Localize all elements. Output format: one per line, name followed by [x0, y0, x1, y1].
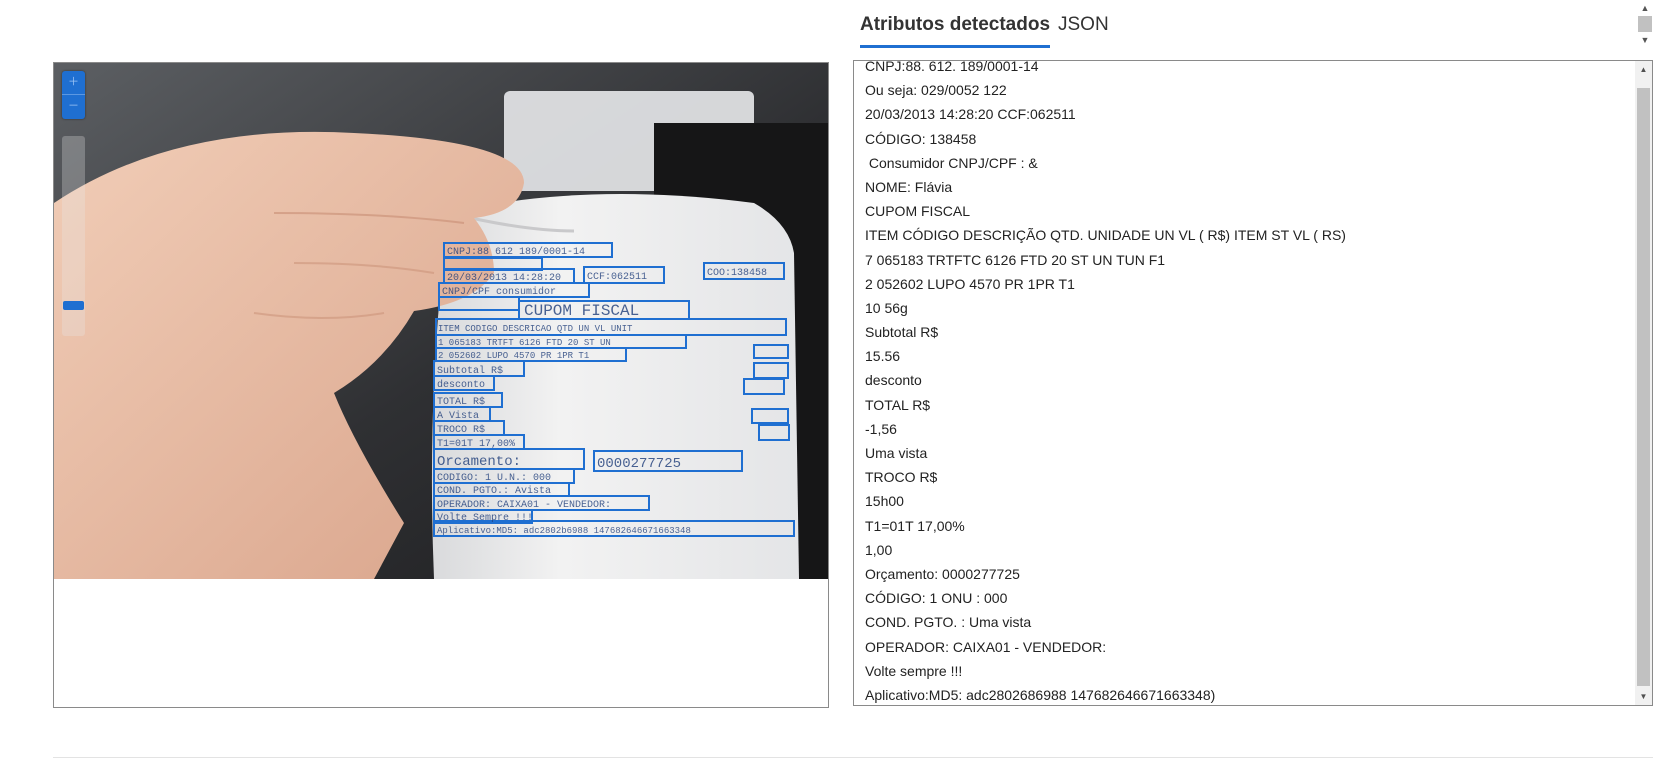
- detected-line: 15.56: [865, 348, 901, 365]
- detected-line: ITEM CÓDIGO DESCRIÇÃO QTD. UNIDADE UN VL…: [865, 227, 1346, 244]
- detected-line: TOTAL R$: [865, 396, 931, 413]
- detected-line: 10 56g: [865, 299, 908, 316]
- detected-line: 2 052602 LUPO 4570 PR 1PR T1: [865, 275, 1075, 292]
- detected-line: 20/03/2013 14:28:20 CCF:062511: [865, 106, 1076, 123]
- footer-divider: [53, 757, 1653, 758]
- svg-text:CNPJ:88 612 189/0001-14: CNPJ:88 612 189/0001-14: [447, 246, 585, 258]
- detected-line: 7 065183 TRTFTC 6126 FTD 20 ST UN TUN F1: [865, 251, 1166, 268]
- svg-text:TOTAL R$: TOTAL R$: [437, 396, 485, 408]
- scroll-down-icon[interactable]: ▼: [1636, 34, 1654, 46]
- detected-line: Ou seja: 029/0052 122: [865, 82, 1007, 99]
- svg-text:COND. PGTO.: Avista: COND. PGTO.: Avista: [437, 485, 551, 497]
- svg-text:Orcamento:: Orcamento:: [437, 454, 521, 470]
- svg-text:CCF:062511: CCF:062511: [587, 272, 647, 283]
- svg-text:COO:138458: COO:138458: [707, 268, 767, 279]
- tab-json[interactable]: JSON: [1058, 14, 1109, 45]
- detected-line: CÓDIGO: 1 ONU : 000: [865, 590, 1008, 607]
- detected-line: Orçamento: 0000277725: [865, 565, 1020, 582]
- detected-line: Aplicativo:MD5: adc2802686988 1476826466…: [865, 686, 1216, 703]
- zoom-out-icon[interactable]: －: [62, 94, 85, 118]
- detected-line: CNPJ:88. 612. 189/0001-14: [865, 60, 1039, 74]
- zoom-slider-thumb[interactable]: [63, 301, 84, 310]
- detected-line: desconto: [865, 372, 922, 389]
- svg-text:T1=01T 17,00%: T1=01T 17,00%: [437, 439, 515, 450]
- detected-line: 1,00: [865, 541, 893, 558]
- receipt-photo-art: CNPJ:88 612 189/0001-14 20/03/2013 14:28…: [54, 63, 828, 579]
- svg-text:Volte Sempre !!!: Volte Sempre !!!: [437, 512, 533, 524]
- scroll-up-icon[interactable]: ▲: [1636, 2, 1654, 14]
- detected-line: Consumidor CNPJ/CPF : &: [865, 154, 1038, 171]
- detected-line: CUPOM FISCAL: [865, 203, 971, 220]
- image-viewer: CNPJ:88 612 189/0001-14 20/03/2013 14:28…: [53, 62, 829, 708]
- detected-line: CÓDIGO: 138458: [865, 130, 977, 147]
- svg-text:A Vista: A Vista: [437, 410, 479, 422]
- zoom-controls: ＋ －: [62, 71, 85, 119]
- page-scroll-thumb[interactable]: [1638, 16, 1652, 32]
- zoom-slider[interactable]: [62, 136, 85, 336]
- svg-text:20/03/2013 14:28:20: 20/03/2013 14:28:20: [447, 272, 561, 284]
- detected-line: T1=01T 17,00%: [865, 517, 965, 534]
- scroll-down-icon[interactable]: ▼: [1635, 688, 1652, 705]
- detected-line: Volte sempre !!!: [865, 662, 963, 679]
- textarea-scroll-thumb[interactable]: [1637, 88, 1650, 686]
- svg-text:Subtotal R$: Subtotal R$: [437, 365, 503, 377]
- detected-line: 15h00: [865, 493, 904, 510]
- detected-line: COND. PGTO. : Uma vista: [865, 614, 1032, 631]
- svg-text:Aplicativo:MD5: adc2802b6988 1: Aplicativo:MD5: adc2802b6988 14768264667…: [437, 526, 691, 536]
- zoom-in-icon[interactable]: ＋: [62, 71, 85, 94]
- tab-detected-attributes[interactable]: Atributos detectados: [860, 14, 1051, 48]
- detected-line: -1,56: [865, 420, 897, 437]
- detected-lines: CNPJ:88. 612. 189/0001-14 Ou seja: 029/00…: [865, 60, 1625, 705]
- svg-text:CNPJ/CPF consumidor: CNPJ/CPF consumidor: [442, 286, 556, 298]
- svg-text:OPERADOR: CAIXA01 - VENDEDOR:: OPERADOR: CAIXA01 - VENDEDOR:: [437, 500, 611, 511]
- page-scrollbar[interactable]: ▲ ▼: [1636, 2, 1654, 48]
- detected-line: TROCO R$: [865, 469, 938, 486]
- receipt-photo: CNPJ:88 612 189/0001-14 20/03/2013 14:28…: [54, 63, 828, 579]
- detected-line: Uma vista: [865, 445, 928, 461]
- svg-text:TROCO R$: TROCO R$: [437, 424, 485, 436]
- detected-attributes-textarea[interactable]: CNPJ:88. 612. 189/0001-14 Ou seja: 029/00…: [853, 60, 1653, 706]
- detected-line: OPERADOR: CAIXA01 - VENDEDOR:: [865, 638, 1107, 655]
- svg-text:ITEM CODIGO DESCRICAO QTD UN V: ITEM CODIGO DESCRICAO QTD UN VL UNIT: [438, 324, 633, 334]
- textarea-scrollbar[interactable]: ▲ ▼: [1635, 61, 1652, 705]
- scroll-up-icon[interactable]: ▲: [1635, 61, 1652, 78]
- svg-text:CODIGO: 1 U.N.: 000: CODIGO: 1 U.N.: 000: [437, 473, 551, 484]
- svg-text:0000277725: 0000277725: [597, 456, 681, 472]
- svg-text:2 052602 LUPO 4570 PR 1PR T1: 2 052602 LUPO 4570 PR 1PR T1: [438, 351, 589, 361]
- detected-line: NOME: Flávia: [865, 178, 953, 195]
- svg-text:CUPOM FISCAL: CUPOM FISCAL: [524, 302, 639, 320]
- detected-line: Subtotal R$: [865, 324, 939, 341]
- svg-text:1 065183 TRTFT 6126 FTD 20 ST: 1 065183 TRTFT 6126 FTD 20 ST UN: [438, 338, 611, 348]
- svg-text:desconto: desconto: [437, 379, 485, 391]
